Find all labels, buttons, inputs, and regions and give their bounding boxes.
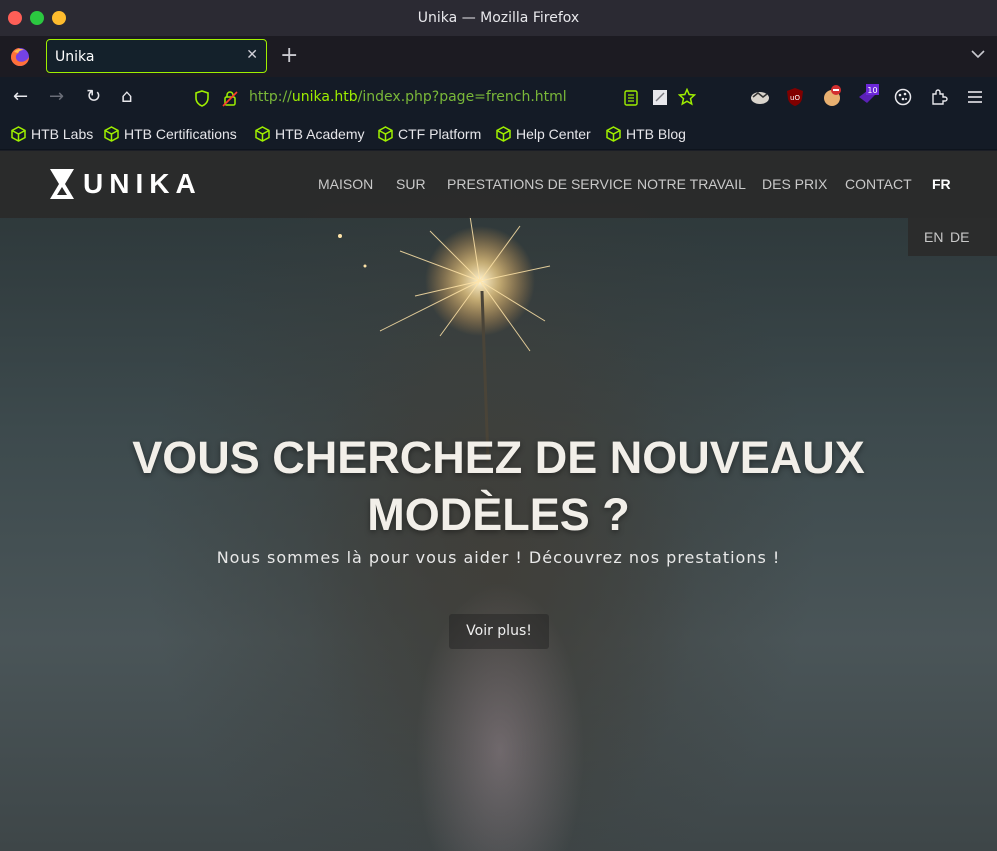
window-titlebar: Unika — Mozilla Firefox bbox=[0, 0, 997, 37]
menu-item-notre-travail[interactable]: NOTRE TRAVAIL bbox=[637, 176, 746, 192]
language-dropdown: EN DE bbox=[908, 218, 997, 256]
forward-button[interactable]: → bbox=[49, 87, 64, 107]
site-header: UNIKA MAISON SUR PRESTATIONS DE SERVICE … bbox=[0, 151, 997, 218]
close-tab-icon[interactable]: ✕ bbox=[246, 47, 258, 63]
home-button[interactable]: ⌂ bbox=[121, 87, 132, 107]
bookmark-label: HTB Academy bbox=[275, 126, 365, 142]
tab-bar: Unika ✕ + bbox=[0, 37, 997, 77]
url-scheme: http:// bbox=[249, 89, 292, 105]
bookmark-label: Help Center bbox=[516, 126, 591, 142]
hackthebox-extension-icon[interactable]: 10 bbox=[857, 83, 881, 107]
menu-item-prestations[interactable]: PRESTATIONS DE SERVICE bbox=[447, 176, 632, 192]
extension-badge-count: 10 bbox=[867, 86, 877, 95]
bookmark-label: HTB Labs bbox=[31, 126, 94, 142]
navigation-toolbar: ← → ↻ ⌂ http://unika.htb/index.php?page=… bbox=[0, 77, 997, 119]
tracking-protection-shield-icon[interactable] bbox=[194, 90, 210, 107]
bookmark-htb-blog[interactable]: HTB Blog bbox=[606, 124, 686, 144]
hero-subtitle: Nous sommes là pour vous aider ! Découvr… bbox=[216, 548, 781, 567]
ublock-origin-icon[interactable]: uO bbox=[786, 87, 804, 107]
bookmark-htb-certifications[interactable]: HTB Certifications bbox=[104, 124, 237, 144]
see-more-button[interactable]: Voir plus! bbox=[449, 614, 549, 649]
main-menu: MAISON SUR PRESTATIONS DE SERVICE NOTRE … bbox=[0, 176, 997, 196]
window-title: Unika — Mozilla Firefox bbox=[417, 10, 580, 26]
tab-title: Unika bbox=[55, 49, 95, 65]
language-selector[interactable]: FR bbox=[932, 176, 951, 192]
htb-cube-icon bbox=[255, 126, 270, 142]
bookmark-htb-labs[interactable]: HTB Labs bbox=[11, 124, 93, 144]
back-button[interactable]: ← bbox=[13, 87, 28, 107]
language-option-en[interactable]: EN bbox=[924, 229, 943, 245]
menu-item-contact[interactable]: CONTACT bbox=[845, 176, 912, 192]
htb-cube-icon bbox=[606, 126, 621, 142]
reader-view-icon[interactable] bbox=[624, 90, 638, 106]
bookmarks-toolbar: HTB Labs HTB Certifications HTB Academy … bbox=[0, 119, 997, 150]
wappalyzer-extension-icon[interactable] bbox=[750, 88, 770, 106]
htb-cube-icon bbox=[496, 126, 511, 142]
tab-unika[interactable]: Unika ✕ bbox=[46, 39, 267, 73]
cookie-extension-icon[interactable] bbox=[822, 85, 842, 107]
bookmark-label: HTB Blog bbox=[626, 126, 686, 142]
url-path: /index.php?page=french.html bbox=[357, 89, 567, 105]
list-all-tabs-icon[interactable] bbox=[971, 47, 985, 63]
url-host: unika.htb bbox=[291, 89, 358, 105]
menu-item-des-prix[interactable]: DES PRIX bbox=[762, 176, 827, 192]
cookie-editor-icon[interactable] bbox=[894, 88, 912, 106]
bookmark-star-icon[interactable] bbox=[678, 88, 696, 106]
new-tab-button[interactable]: + bbox=[280, 43, 298, 68]
htb-cube-icon bbox=[104, 126, 119, 142]
hero-title-line-2: MODÈLES ? bbox=[367, 489, 630, 540]
insecure-lock-icon[interactable] bbox=[222, 90, 238, 107]
hero-title-line-1: VOUS CHERCHEZ DE NOUVEAUX bbox=[132, 432, 865, 483]
language-option-de[interactable]: DE bbox=[950, 229, 969, 245]
svg-text:uO: uO bbox=[790, 94, 800, 102]
bookmark-help-center[interactable]: Help Center bbox=[496, 124, 591, 144]
hero-title: VOUS CHERCHEZ DE NOUVEAUX MODÈLES ? bbox=[0, 429, 997, 543]
menu-item-sur[interactable]: SUR bbox=[396, 176, 426, 192]
menu-hamburger-icon[interactable] bbox=[967, 90, 983, 104]
htb-cube-icon bbox=[11, 126, 26, 142]
bookmark-htb-academy[interactable]: HTB Academy bbox=[255, 124, 364, 144]
page-note-icon[interactable] bbox=[652, 89, 668, 106]
web-page: UNIKA MAISON SUR PRESTATIONS DE SERVICE … bbox=[0, 151, 997, 851]
bookmark-label: CTF Platform bbox=[398, 126, 482, 142]
htb-cube-icon bbox=[378, 126, 393, 142]
menu-item-maison[interactable]: MAISON bbox=[318, 176, 373, 192]
firefox-icon[interactable] bbox=[10, 47, 30, 67]
reload-button[interactable]: ↻ bbox=[86, 87, 101, 107]
url-text[interactable]: http://unika.htb/index.php?page=french.h… bbox=[249, 89, 567, 105]
bookmark-ctf-platform[interactable]: CTF Platform bbox=[378, 124, 481, 144]
extensions-puzzle-icon[interactable] bbox=[930, 88, 948, 106]
bookmark-label: HTB Certifications bbox=[124, 126, 237, 142]
